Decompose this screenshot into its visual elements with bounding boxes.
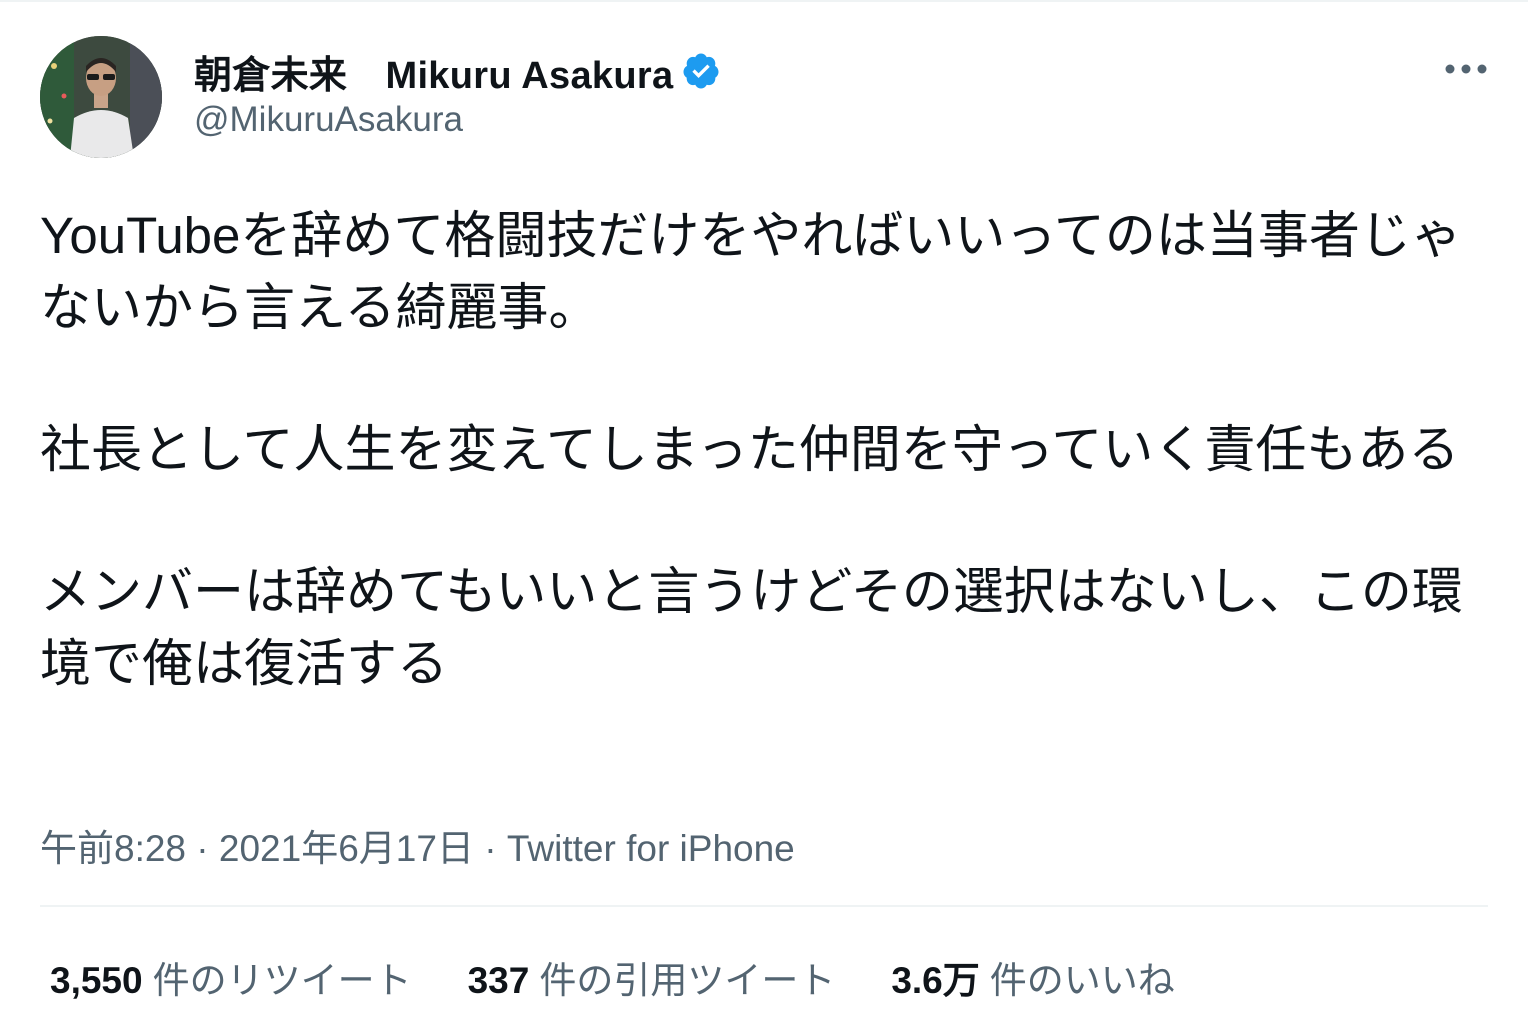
likes-label: 件のいいね: [989, 960, 1175, 1001]
avatar[interactable]: [40, 36, 162, 158]
engagement-stats: 3,550 件のリツイート 337 件の引用ツイート 3.6万 件のいいね: [50, 950, 1231, 1004]
verified-badge-icon: [683, 53, 719, 89]
more-options-button[interactable]: [1436, 52, 1496, 86]
likes-count: 3.6万: [891, 960, 980, 1001]
tweet-paragraph: 社長として人生を変えてしまった仲間を守っていく責任もある: [40, 421, 1460, 478]
tweet-date[interactable]: 2021年6月17日: [219, 828, 474, 869]
tweet-source[interactable]: Twitter for iPhone: [507, 828, 795, 869]
retweets-count: 3,550: [50, 960, 143, 1001]
stats-divider: [40, 905, 1488, 907]
top-divider: [0, 0, 1528, 2]
avatar-image: [40, 36, 162, 158]
display-name[interactable]: 朝倉未来 Mikuru Asakura: [194, 44, 673, 99]
handle[interactable]: @MikuruAsakura: [194, 100, 721, 140]
more-options-icon: [1445, 64, 1487, 74]
tweet-paragraph: メンバーは辞めてもいいと言うけどその選択はないし、この環境で俺は復活する: [40, 563, 1463, 692]
quotes-label: 件の引用ツイート: [539, 960, 836, 1001]
tweet-text: YouTubeを辞めて格闘技だけをやればいいってのは当事者じゃないから言える綺麗…: [40, 200, 1500, 770]
likes-stat[interactable]: 3.6万 件のいいね: [891, 950, 1174, 1004]
quotes-stat[interactable]: 337 件の引用ツイート: [468, 950, 836, 1004]
author-names: 朝倉未来 Mikuru Asakura @MikuruAsakura: [194, 44, 721, 140]
tweet-card: 朝倉未来 Mikuru Asakura @MikuruAsakura YouTu…: [0, 0, 1528, 1032]
tweet-paragraph: YouTubeを辞めて格闘技だけをやればいいってのは当事者じゃないから言える綺麗…: [40, 207, 1462, 336]
retweets-label: 件のリツイート: [152, 960, 412, 1001]
meta-separator: ·: [186, 828, 219, 869]
retweets-stat[interactable]: 3,550 件のリツイート: [50, 950, 412, 1004]
meta-separator: ·: [473, 828, 507, 869]
quotes-count: 337: [467, 960, 530, 1001]
tweet-time[interactable]: 午前8:28: [40, 828, 186, 869]
tweet-metadata: 午前8:28 · 2021年6月17日 · Twitter for iPhone: [40, 818, 795, 872]
